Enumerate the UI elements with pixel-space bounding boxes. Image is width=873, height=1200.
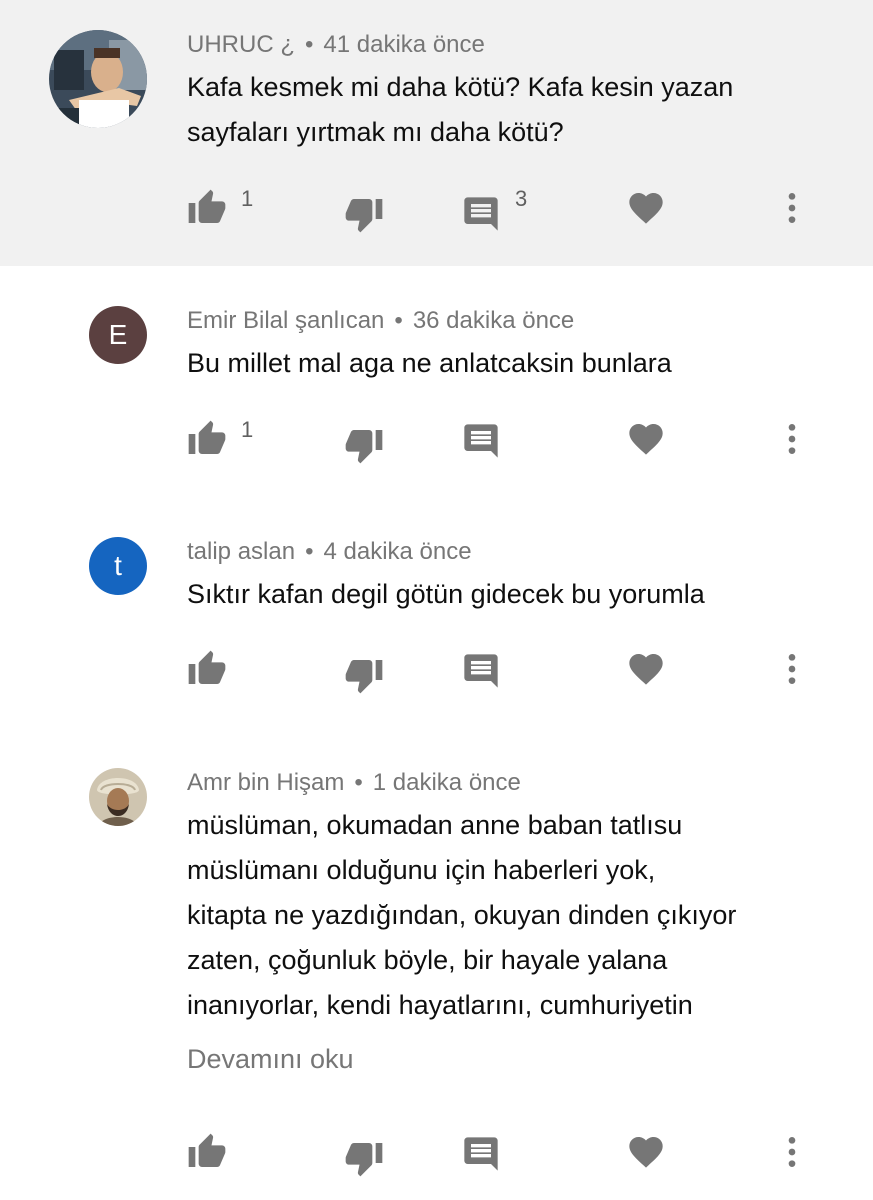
more-vert-icon[interactable]	[772, 1132, 812, 1172]
reply-icon[interactable]	[461, 1134, 501, 1174]
thumbs-down-icon[interactable]	[344, 425, 384, 465]
reply-icon[interactable]	[461, 651, 501, 691]
reply-count: 3	[515, 186, 528, 211]
comment-text-line: inanıyorlar, kendi hayatlarını, cumhuriy…	[187, 990, 693, 1020]
meta-separator: •	[354, 769, 363, 796]
comment-text: müslüman, okumadan anne baban tatlısu mü…	[187, 803, 827, 1028]
avatar-letter: E	[108, 319, 128, 350]
thumbs-up-icon[interactable]	[187, 649, 227, 689]
comment-item: UHRUC ¿ • 41 dakika önce Kafa kesmek mi da…	[0, 0, 873, 266]
thumbs-down-icon[interactable]	[344, 655, 384, 695]
comment-actions: 1 3	[0, 186, 873, 238]
meta-separator: •	[305, 31, 314, 58]
comment-meta: UHRUC ¿ • 41 dakika önce	[187, 31, 485, 59]
comment-text-line: Bu millet mal aga ne anlatcaksin bunlara	[187, 348, 672, 378]
reply-icon[interactable]	[461, 194, 501, 234]
comment-meta: Amr bin Hişam • 1 dakika önce	[187, 769, 521, 797]
comment-text-line: müslümanı olduğunu için haberleri yok,	[187, 855, 656, 885]
comment-item: E Emir Bilal şanlıcan • 36 dakika önce Bu …	[0, 266, 873, 501]
comment-time: 4 dakika önce	[323, 538, 472, 565]
comment-text: Sıktır kafan degil götün gidecek bu yoru…	[187, 572, 827, 617]
author-name[interactable]: Emir Bilal şanlıcan	[187, 307, 384, 334]
avatar[interactable]: t	[89, 537, 147, 595]
comment-meta: talip aslan • 4 dakika önce	[187, 538, 472, 566]
meta-separator: •	[394, 307, 403, 334]
comment-time: 36 dakika önce	[412, 307, 575, 334]
heart-icon[interactable]	[626, 188, 666, 228]
thumbs-up-icon[interactable]	[187, 419, 227, 459]
comment-time: 1 dakika önce	[372, 769, 521, 796]
author-name[interactable]: talip aslan	[187, 538, 295, 565]
reply-icon[interactable]	[461, 421, 501, 461]
author-name[interactable]: UHRUC ¿	[187, 31, 295, 58]
more-vert-icon[interactable]	[772, 649, 812, 689]
thumbs-down-icon[interactable]	[344, 194, 384, 234]
read-more-link[interactable]: Devamını oku	[187, 1044, 354, 1075]
comment-text-line: müslüman, okumadan anne baban tatlısu	[187, 810, 683, 840]
avatar[interactable]: E	[89, 306, 147, 364]
comment-text-line: sayfaları yırtmak mı daha kötü?	[187, 117, 564, 147]
comment-text: Bu millet mal aga ne anlatcaksin bunlara	[187, 341, 827, 386]
comment-time: 41 dakika önce	[323, 31, 485, 58]
heart-icon[interactable]	[626, 1132, 666, 1172]
more-vert-icon[interactable]	[772, 419, 812, 459]
comment-text-line: Kafa kesmek mi daha kötü? Kafa kesin yaz…	[187, 72, 734, 102]
comment-actions	[0, 1132, 873, 1182]
avatar[interactable]	[89, 768, 147, 826]
comment-actions: 1	[0, 417, 873, 469]
comment-meta: Emir Bilal şanlıcan • 36 dakika önce	[187, 307, 574, 335]
comments-page: UHRUC ¿ • 41 dakika önce Kafa kesmek mi da…	[0, 0, 873, 1200]
thumbs-down-icon[interactable]	[344, 1138, 384, 1178]
more-vert-icon[interactable]	[772, 188, 812, 228]
thumbs-up-icon[interactable]	[187, 1132, 227, 1172]
author-name[interactable]: Amr bin Hişam	[187, 769, 344, 796]
avatar[interactable]	[49, 30, 147, 128]
like-count: 1	[241, 186, 254, 211]
like-count: 1	[241, 417, 254, 442]
comment-text: Kafa kesmek mi daha kötü? Kafa kesin yaz…	[187, 65, 827, 155]
heart-icon[interactable]	[626, 649, 666, 689]
comment-actions	[0, 649, 873, 699]
comment-item: Amr bin Hişam • 1 dakika önce müslüman, ok…	[0, 731, 873, 1200]
heart-icon[interactable]	[626, 419, 666, 459]
comment-text-line: kitapta ne yazdığından, okuyan dinden çı…	[187, 900, 737, 930]
comment-text-line: Sıktır kafan degil götün gidecek bu yoru…	[187, 579, 705, 609]
avatar-letter: t	[114, 550, 122, 581]
comment-text-line: zaten, çoğunluk böyle, bir hayale yalana	[187, 945, 668, 975]
comment-item: t talip aslan • 4 dakika önce Sıktır kafan…	[0, 501, 873, 731]
thumbs-up-icon[interactable]	[187, 188, 227, 228]
meta-separator: •	[305, 538, 314, 565]
